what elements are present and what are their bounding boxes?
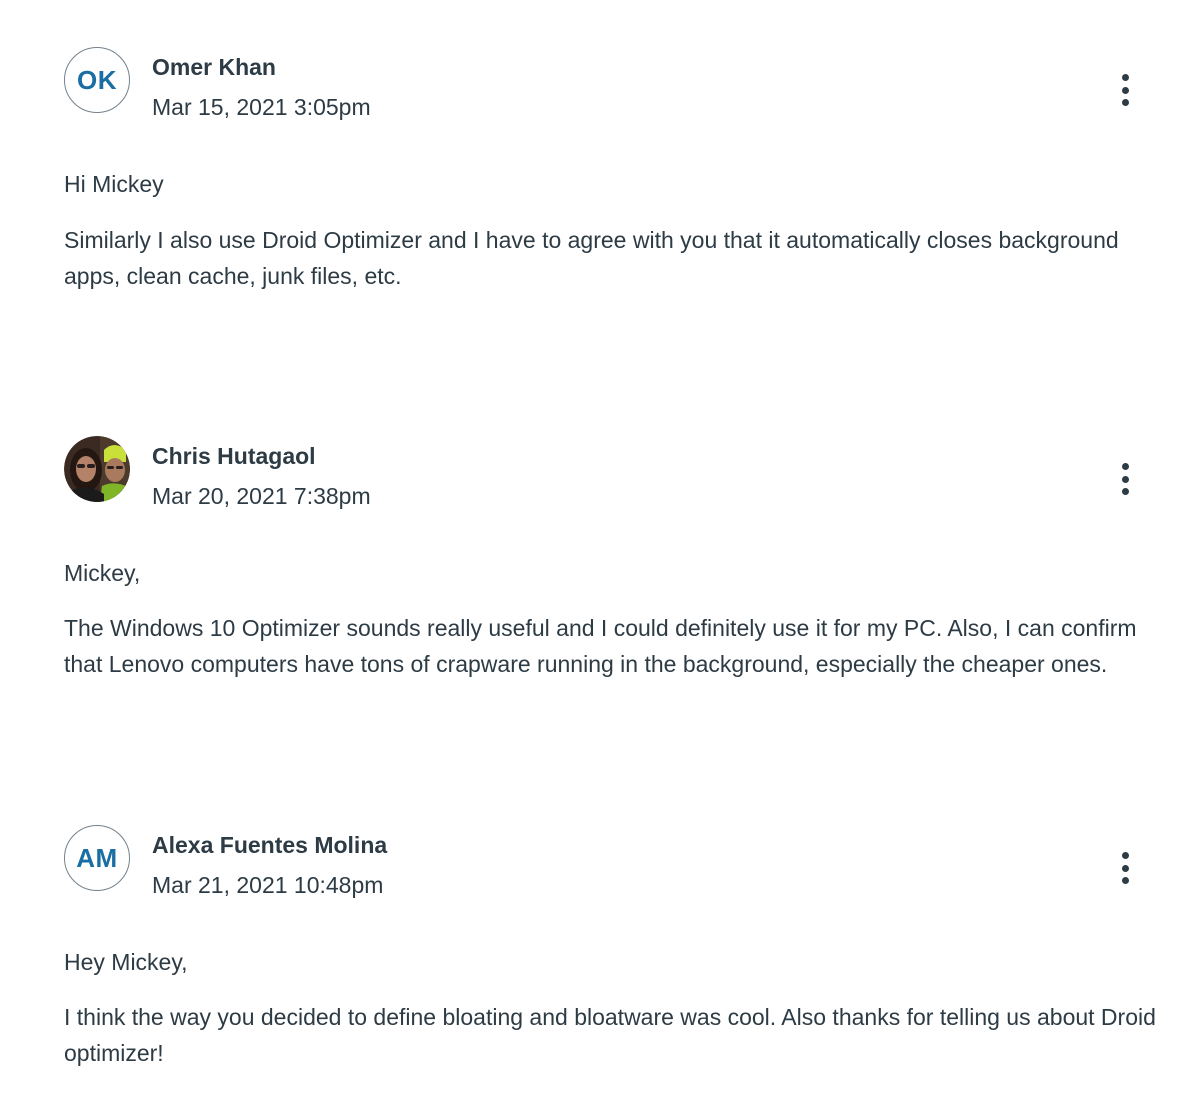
post-body: The Windows 10 Optimizer sounds really u…: [64, 615, 1137, 677]
author-name[interactable]: Chris Hutagaol: [152, 443, 316, 470]
post-timestamp: Mar 21, 2021 10:48pm: [152, 872, 384, 898]
more-vertical-icon: [1121, 463, 1129, 470]
post-greeting: Hi Mickey: [64, 171, 164, 197]
more-options-button[interactable]: [1111, 459, 1139, 499]
post-body: Similarly I also use Droid Optimizer and…: [64, 227, 1119, 289]
more-vertical-icon: [1121, 852, 1129, 859]
more-options-button[interactable]: [1111, 70, 1139, 110]
post-timestamp: Mar 15, 2021 3:05pm: [152, 94, 371, 120]
avatar-initials: AM: [76, 842, 118, 873]
more-vertical-icon: [1121, 74, 1129, 81]
post-greeting: Hey Mickey,: [64, 949, 188, 975]
avatar[interactable]: OK: [64, 47, 130, 113]
author-name[interactable]: Alexa Fuentes Molina: [152, 832, 387, 859]
post-greeting: Mickey,: [64, 560, 141, 586]
avatar[interactable]: AM: [64, 825, 130, 891]
more-options-button[interactable]: [1111, 848, 1139, 888]
avatar[interactable]: [64, 436, 130, 502]
avatar-initials: OK: [77, 64, 117, 95]
post-timestamp: Mar 20, 2021 7:38pm: [152, 483, 371, 509]
post-body: I think the way you decided to define bl…: [64, 1004, 1156, 1066]
author-name[interactable]: Omer Khan: [152, 54, 276, 81]
user-photo-icon: [64, 436, 130, 502]
